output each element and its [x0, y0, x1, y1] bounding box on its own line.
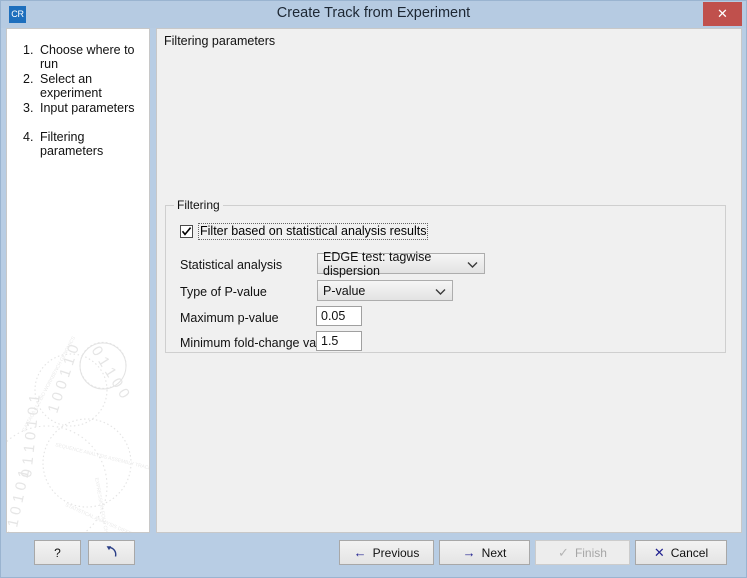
- type-of-p-value-label-wrap: Type of P-value: [180, 281, 267, 303]
- decorative-watermark: 0 1 1 0 0 1 0 0 1 1 0 0 1 1 0 1 0 1 1 0 …: [6, 328, 150, 533]
- step-label: Choose where to run: [40, 43, 149, 71]
- window-title: Create Track from Experiment: [1, 5, 746, 21]
- svg-text:1 0 1 0 1: 1 0 1 0 1: [6, 468, 33, 529]
- statistical-analysis-label-wrap: Statistical analysis: [180, 254, 282, 276]
- svg-text:SEQUENCE ANALYSIS ASSEMBLY TRA: SEQUENCE ANALYSIS ASSEMBLY TRACKS: [55, 442, 150, 473]
- statistical-analysis-label: Statistical analysis: [180, 258, 282, 272]
- svg-text:EXPRESSION FOLD CHANGE P-VALUE: EXPRESSION FOLD CHANGE P-VALUE: [93, 477, 115, 533]
- minimum-fold-change-label-wrap: Minimum fold-change value: [180, 332, 333, 354]
- svg-text:0 1 1 0 1 0 1: 0 1 1 0 1 0 1: [18, 394, 44, 479]
- title-bar: CR Create Track from Experiment ✕: [1, 1, 746, 28]
- help-button-label: ?: [54, 546, 61, 560]
- sidebar-item-select-an-experiment[interactable]: 2. Select an experiment: [7, 72, 149, 101]
- sidebar-item-filtering-parameters[interactable]: 4. Filtering parameters: [7, 130, 149, 159]
- type-of-p-value-label: Type of P-value: [180, 285, 267, 299]
- dialog-body: 1. Choose where to run 2. Select an expe…: [6, 28, 742, 533]
- minimum-fold-change-input[interactable]: 1.5: [316, 331, 362, 351]
- filter-based-on-stats-label[interactable]: Filter based on statistical analysis res…: [198, 223, 428, 240]
- finish-button-label: Finish: [575, 546, 607, 560]
- statistical-analysis-value: EDGE test: tagwise dispersion: [323, 250, 484, 278]
- type-of-p-value-select[interactable]: P-value: [317, 280, 453, 301]
- help-button[interactable]: ?: [34, 540, 81, 565]
- arrow-right-icon: →: [463, 546, 476, 559]
- step-label: Input parameters: [40, 101, 135, 115]
- main-panel: Filtering parameters Filtering Filter ba…: [156, 28, 742, 533]
- cancel-button-label: Cancel: [671, 546, 708, 560]
- minimum-fold-change-label: Minimum fold-change value: [180, 336, 333, 350]
- previous-button-label: Previous: [373, 546, 420, 560]
- maximum-p-value-label-wrap: Maximum p-value: [180, 307, 279, 329]
- chevron-down-icon: [467, 258, 478, 272]
- step-number: 1.: [23, 43, 40, 57]
- maximum-p-value-label: Maximum p-value: [180, 311, 279, 325]
- chevron-down-icon: [435, 285, 446, 299]
- maximum-p-value-text: 0.05: [321, 309, 345, 323]
- step-label: Select an experiment: [40, 72, 149, 100]
- sidebar-item-choose-where-to-run[interactable]: 1. Choose where to run: [7, 43, 149, 72]
- wizard-step-list: 1. Choose where to run 2. Select an expe…: [7, 43, 149, 159]
- filter-based-on-stats-row: Filter based on statistical analysis res…: [180, 223, 428, 240]
- check-icon: ✓: [558, 546, 569, 559]
- sidebar-item-input-parameters[interactable]: 3. Input parameters: [7, 101, 149, 130]
- page-title: Filtering parameters: [164, 34, 275, 48]
- next-button-label: Next: [482, 546, 507, 560]
- dialog-window: CR Create Track from Experiment ✕ 1. Cho…: [0, 0, 747, 578]
- reset-button[interactable]: [88, 540, 135, 565]
- step-number: 3.: [23, 101, 40, 115]
- close-x-icon: ✕: [654, 546, 665, 559]
- svg-text:GATTACA CLC BIO WORKBENCH GENO: GATTACA CLC BIO WORKBENCH GENOMICS: [21, 335, 77, 433]
- finish-button: ✓ Finish: [535, 540, 630, 565]
- check-icon: [181, 226, 192, 237]
- undo-arrow-icon: [104, 544, 119, 562]
- filtering-group-box: Filtering Filter based on statistical an…: [165, 205, 726, 353]
- arrow-left-icon: ←: [354, 546, 367, 559]
- svg-text:1 0 0 1 1 0: 1 0 0 1 1 0: [45, 343, 83, 416]
- svg-text:STATISTICAL ANALYSIS DIFFERENT: STATISTICAL ANALYSIS DIFFERENTIAL: [64, 502, 150, 533]
- filter-based-on-stats-checkbox[interactable]: [180, 225, 193, 238]
- cancel-button[interactable]: ✕ Cancel: [635, 540, 727, 565]
- wizard-steps-sidebar: 1. Choose where to run 2. Select an expe…: [6, 28, 150, 533]
- next-button[interactable]: → Next: [439, 540, 530, 565]
- type-of-p-value-value: P-value: [323, 284, 365, 298]
- step-number: 2.: [23, 72, 40, 86]
- close-icon[interactable]: ✕: [703, 2, 742, 26]
- step-number: 4.: [23, 130, 40, 144]
- previous-button[interactable]: ← Previous: [339, 540, 434, 565]
- maximum-p-value-input[interactable]: 0.05: [316, 306, 362, 326]
- statistical-analysis-select[interactable]: EDGE test: tagwise dispersion: [317, 253, 485, 274]
- dialog-button-bar: ? ← Previous → Next ✓ Finish ✕ Cancel: [1, 533, 747, 577]
- svg-text:0 1 1 0 0: 0 1 1 0 0: [88, 343, 133, 402]
- group-box-title: Filtering: [174, 198, 223, 212]
- minimum-fold-change-text: 1.5: [321, 334, 338, 348]
- step-label: Filtering parameters: [40, 130, 149, 158]
